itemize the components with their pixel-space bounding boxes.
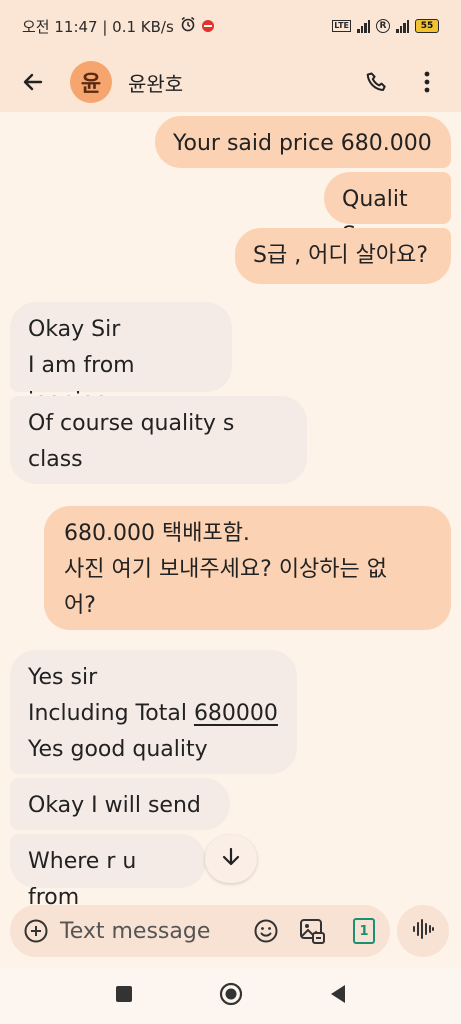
arrow-down-icon [220, 846, 242, 872]
signal-strength-icon [357, 19, 370, 33]
gallery-icon[interactable] [296, 915, 328, 947]
volte-icon: LTE [332, 20, 351, 32]
message-bubble-outgoing[interactable]: S급 , 어디 살아요? [235, 228, 451, 284]
message-line: Yes good quality [28, 737, 208, 762]
voice-message-button[interactable] [397, 905, 449, 957]
back-triangle-icon[interactable] [329, 984, 347, 1008]
message-bubble-incoming[interactable]: Of course quality s class [10, 396, 307, 484]
phone-call-icon[interactable] [359, 64, 395, 100]
signal-strength-2-icon [396, 19, 409, 33]
recents-square-icon[interactable] [115, 985, 133, 1007]
do-not-disturb-icon [201, 20, 214, 32]
message-composer: Text message 1 [10, 905, 390, 957]
add-attachment-icon[interactable] [20, 915, 52, 947]
message-bubble-outgoing[interactable]: 680.000 택배포함. 사진 여기 보내주세요? 이상하는 없 어? [44, 506, 451, 630]
message-input[interactable]: Text message [60, 919, 250, 944]
conversation-thread[interactable]: Your said price 680.000 Qualit S. S급 , 어… [0, 112, 461, 910]
app-bar: 윤 윤완호 [0, 52, 461, 112]
message-bubble-incoming[interactable]: Yes sir Including Total 680000 Yes good … [10, 650, 297, 774]
voice-wave-icon [411, 917, 435, 945]
message-bubble-outgoing[interactable]: Your said price 680.000 [155, 116, 451, 168]
message-bubble-incoming[interactable]: Okay I will send u [10, 778, 230, 854]
message-bubble-incoming[interactable]: Okay Sir I am from jeonjoo [10, 302, 232, 414]
roaming-icon: R [376, 19, 390, 33]
back-arrow-icon[interactable] [16, 65, 50, 99]
status-bar: 오전 11:47 | 0.1 KB/s LTE R 55 [0, 0, 461, 52]
contact-name[interactable]: 윤완호 [128, 68, 345, 97]
home-circle-icon[interactable] [219, 982, 243, 1010]
message-text: Including Total [28, 701, 194, 726]
message-bubble-outgoing[interactable]: Qualit S. [324, 172, 451, 248]
message-line: Yes sir [28, 665, 98, 690]
phone-number-link[interactable]: 680000 [194, 701, 278, 726]
more-options-icon[interactable] [409, 64, 445, 100]
system-navigation-bar [0, 968, 461, 1024]
scroll-to-bottom-button[interactable] [205, 835, 257, 883]
emoji-icon[interactable] [250, 915, 282, 947]
contact-avatar[interactable]: 윤 [70, 61, 112, 103]
alarm-clock-icon [180, 16, 196, 36]
sim-select-icon[interactable]: 1 [348, 915, 380, 947]
message-bubble-incoming[interactable]: Where r u from [10, 834, 206, 910]
message-line: Including Total 680000 [28, 696, 279, 732]
status-time: 오전 11:47 | 0.1 KB/s [22, 17, 174, 36]
battery-icon: 55 [415, 19, 439, 33]
